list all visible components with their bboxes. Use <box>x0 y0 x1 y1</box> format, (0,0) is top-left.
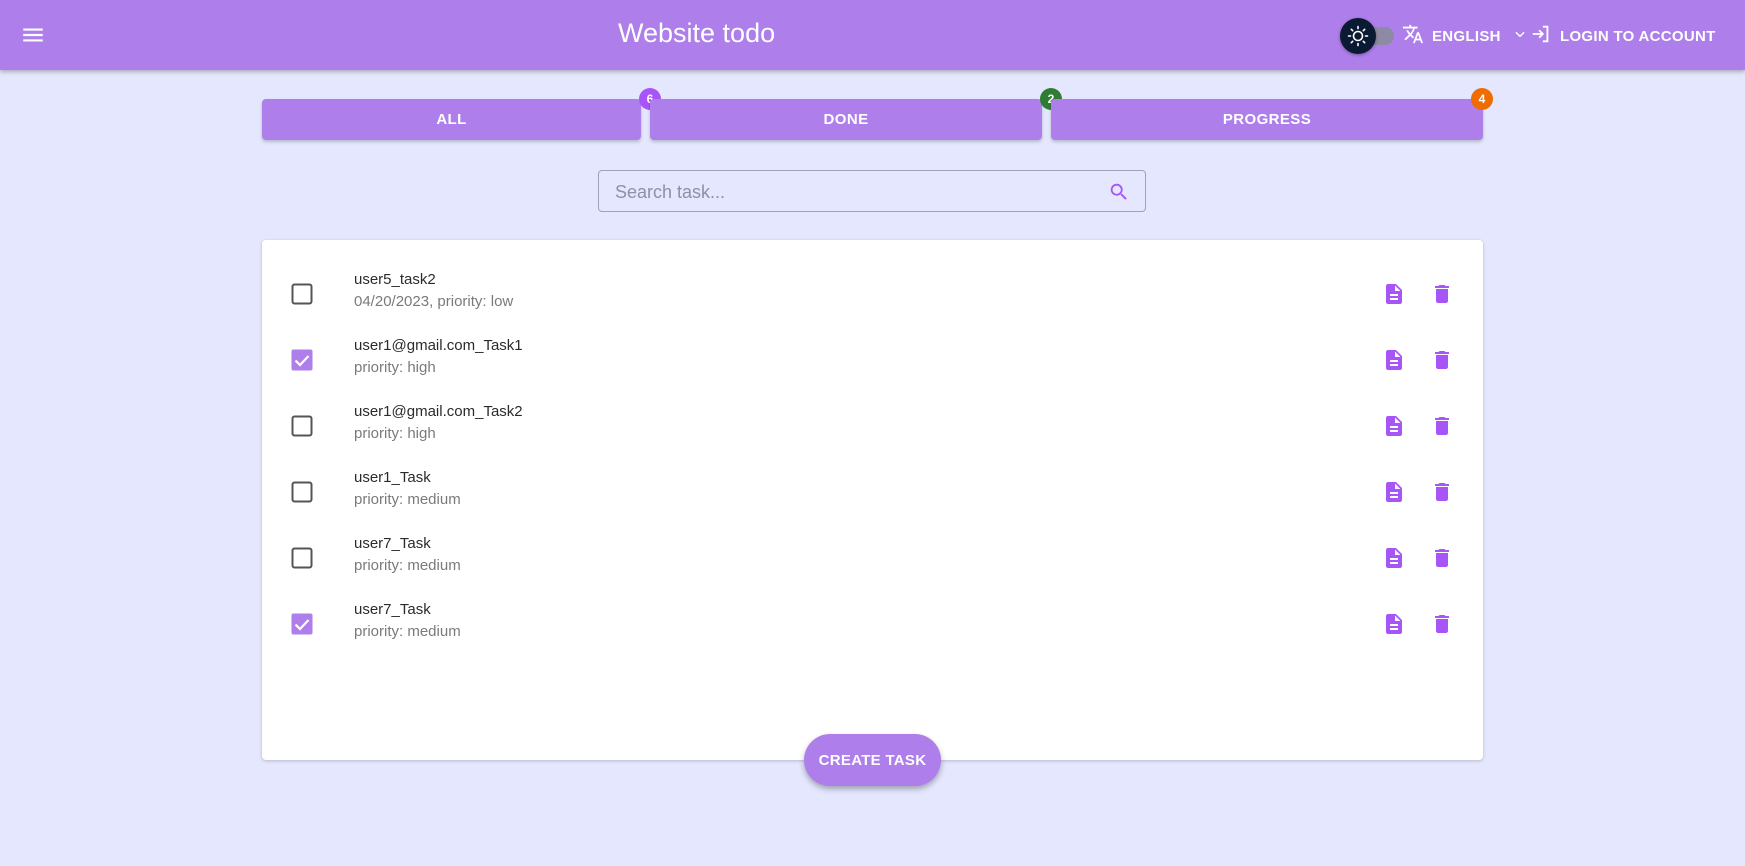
search-icon[interactable] <box>1108 181 1130 203</box>
document-icon[interactable] <box>1382 282 1406 306</box>
task-checkbox-unchecked[interactable] <box>291 283 313 305</box>
search-box <box>598 170 1146 212</box>
task-title: user1_Task <box>354 469 431 486</box>
task-title: user1@gmail.com_Task2 <box>354 403 523 420</box>
task-row: user5_task2 04/20/2023, priority: low <box>262 262 1483 328</box>
create-task-label: CREATE TASK <box>818 751 927 769</box>
menu-icon[interactable] <box>20 22 50 48</box>
task-subtitle: priority: high <box>354 359 436 376</box>
login-button[interactable]: LOGIN TO ACCOUNT <box>1530 22 1716 50</box>
task-row: user1@gmail.com_Task2 priority: high <box>262 394 1483 460</box>
task-row: user1@gmail.com_Task1 priority: high <box>262 328 1483 394</box>
translate-icon <box>1402 23 1424 50</box>
tab-all-label: ALL <box>436 111 467 128</box>
task-subtitle: priority: medium <box>354 491 461 508</box>
trash-icon[interactable] <box>1430 612 1454 636</box>
task-checkbox-unchecked[interactable] <box>291 415 313 437</box>
task-subtitle: priority: medium <box>354 623 461 640</box>
tab-all[interactable]: ALL <box>262 99 641 140</box>
task-checkbox-checked[interactable] <box>291 349 313 371</box>
trash-icon[interactable] <box>1430 480 1454 504</box>
task-row: user7_Task priority: medium <box>262 592 1483 658</box>
app-bar: Website todo ENGLISH LOGIN TO ACCOUNT <box>0 0 1745 70</box>
document-icon[interactable] <box>1382 348 1406 372</box>
document-icon[interactable] <box>1382 414 1406 438</box>
task-title: user5_task2 <box>354 271 436 288</box>
search-input[interactable] <box>613 179 1087 205</box>
document-icon[interactable] <box>1382 612 1406 636</box>
task-title: user7_Task <box>354 535 431 552</box>
login-label: LOGIN TO ACCOUNT <box>1560 27 1716 45</box>
language-selector[interactable]: ENGLISH <box>1402 22 1527 50</box>
tab-progress-count-badge: 4 <box>1471 88 1493 110</box>
trash-icon[interactable] <box>1430 348 1454 372</box>
sun-icon <box>1340 18 1376 54</box>
language-label: ENGLISH <box>1432 27 1501 45</box>
task-row: user7_Task priority: medium <box>262 526 1483 592</box>
theme-toggle[interactable] <box>1340 18 1396 54</box>
create-task-button[interactable]: CREATE TASK <box>804 734 941 786</box>
task-list-card: user5_task2 04/20/2023, priority: low us… <box>262 240 1483 760</box>
login-icon <box>1530 23 1552 50</box>
task-checkbox-unchecked[interactable] <box>291 547 313 569</box>
task-subtitle: priority: medium <box>354 557 461 574</box>
task-title: user7_Task <box>354 601 431 618</box>
trash-icon[interactable] <box>1430 282 1454 306</box>
tab-done[interactable]: DONE <box>650 99 1042 140</box>
task-subtitle: priority: high <box>354 425 436 442</box>
chevron-down-icon <box>1513 27 1527 46</box>
task-title: user1@gmail.com_Task1 <box>354 337 523 354</box>
tab-progress[interactable]: PROGRESS <box>1051 99 1483 140</box>
trash-icon[interactable] <box>1430 546 1454 570</box>
app-title: Website todo <box>618 18 776 48</box>
document-icon[interactable] <box>1382 480 1406 504</box>
tab-progress-label: PROGRESS <box>1222 111 1312 128</box>
document-icon[interactable] <box>1382 546 1406 570</box>
task-checkbox-checked[interactable] <box>291 613 313 635</box>
task-row: user1_Task priority: medium <box>262 460 1483 526</box>
trash-icon[interactable] <box>1430 414 1454 438</box>
tab-done-label: DONE <box>823 111 869 128</box>
task-subtitle: 04/20/2023, priority: low <box>354 293 514 310</box>
task-checkbox-unchecked[interactable] <box>291 481 313 503</box>
